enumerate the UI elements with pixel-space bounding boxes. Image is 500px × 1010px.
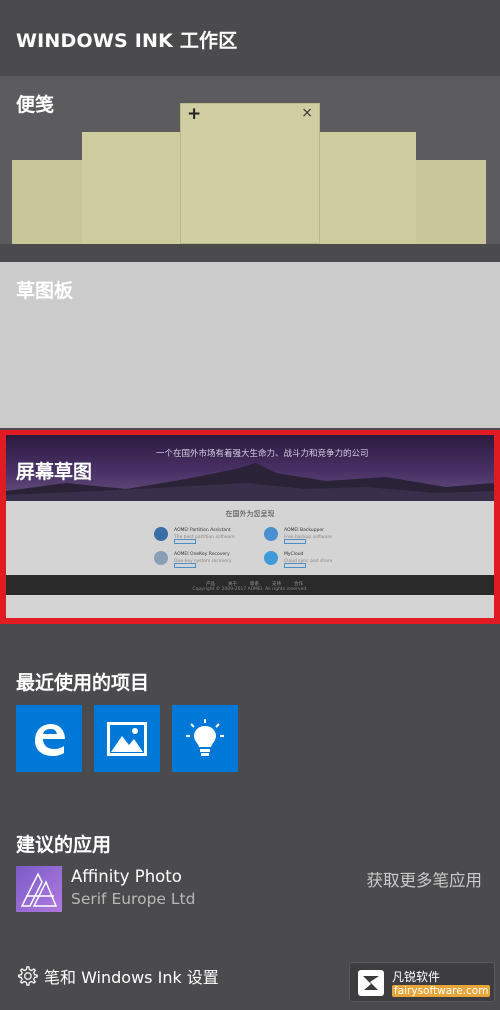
close-icon: × [301, 105, 313, 121]
product-button [284, 539, 306, 544]
tips-tile[interactable] [172, 705, 238, 772]
product-button [174, 539, 196, 544]
product-name: AOMEI OneKey Recovery [174, 552, 230, 557]
sticky-notes-card[interactable]: 便笺 + × [0, 76, 500, 244]
sticky-note [416, 160, 486, 244]
tips-icon [186, 718, 224, 756]
sticky-note-front: + × [180, 103, 320, 244]
sketchpad-card[interactable]: 草图板 [0, 262, 500, 428]
settings-label: 笔和 Windows Ink 设置 [44, 968, 219, 987]
watermark-name: 凡锐软件 [392, 970, 441, 984]
edge-tile[interactable] [16, 705, 82, 772]
photos-tile[interactable] [94, 705, 160, 772]
affinity-logo-icon [20, 872, 58, 907]
product-name: AOMEI Partition Assistant [174, 528, 231, 533]
screen-sketch-card[interactable]: 一个在国外市场有着强大生命力、战斗力和竞争力的公司 屏幕草图 在国外为您呈现 A… [0, 430, 500, 624]
product-icon [154, 527, 168, 541]
product-button [174, 563, 196, 568]
watermark-url: fairysoftware.com [392, 985, 491, 997]
preview-subtitle: 在国外为您呈现 [225, 510, 275, 518]
suggested-app-publisher: Serif Europe Ltd [71, 890, 196, 908]
product-icon [264, 551, 278, 565]
edge-icon [35, 723, 65, 756]
workspace-title: WINDOWS INK 工作区 [16, 30, 238, 52]
suggested-app-name[interactable]: Affinity Photo [71, 867, 182, 886]
product-button [284, 563, 306, 568]
watermark: 凡锐软件 fairysoftware.com [349, 962, 495, 1002]
get-more-pen-apps-link[interactable]: 获取更多笔应用 [367, 867, 483, 891]
product-name: MyCloud [284, 552, 304, 557]
photos-icon [107, 721, 147, 756]
screen-sketch-preview: 一个在国外市场有着强大生命力、战斗力和竞争力的公司 屏幕草图 在国外为您呈现 A… [6, 435, 494, 618]
watermark-logo-icon [358, 970, 384, 996]
screen-sketch-label: 屏幕草图 [16, 461, 93, 483]
sticky-note [320, 132, 416, 244]
affinity-photo-icon[interactable] [16, 866, 62, 912]
preview-hero-text: 一个在国外市场有着强大生命力、战斗力和竞争力的公司 [156, 449, 369, 459]
gear-icon [18, 966, 38, 986]
sticky-note [82, 132, 180, 244]
sketchpad-label: 草图板 [16, 280, 74, 302]
suggested-apps-heading: 建议的应用 [16, 834, 112, 856]
preview-copyright: Copyright © 2009-2017 AOMEI. All rights … [192, 587, 308, 592]
plus-icon: + [187, 104, 202, 124]
recent-items-heading: 最近使用的项目 [16, 672, 150, 694]
product-icon [154, 551, 168, 565]
product-icon [264, 527, 278, 541]
sticky-notes-label: 便笺 [16, 94, 55, 116]
sticky-note [12, 160, 82, 244]
product-name: AOMEI Backupper [284, 528, 324, 533]
pen-ink-settings-link[interactable]: 笔和 Windows Ink 设置 [16, 964, 219, 988]
